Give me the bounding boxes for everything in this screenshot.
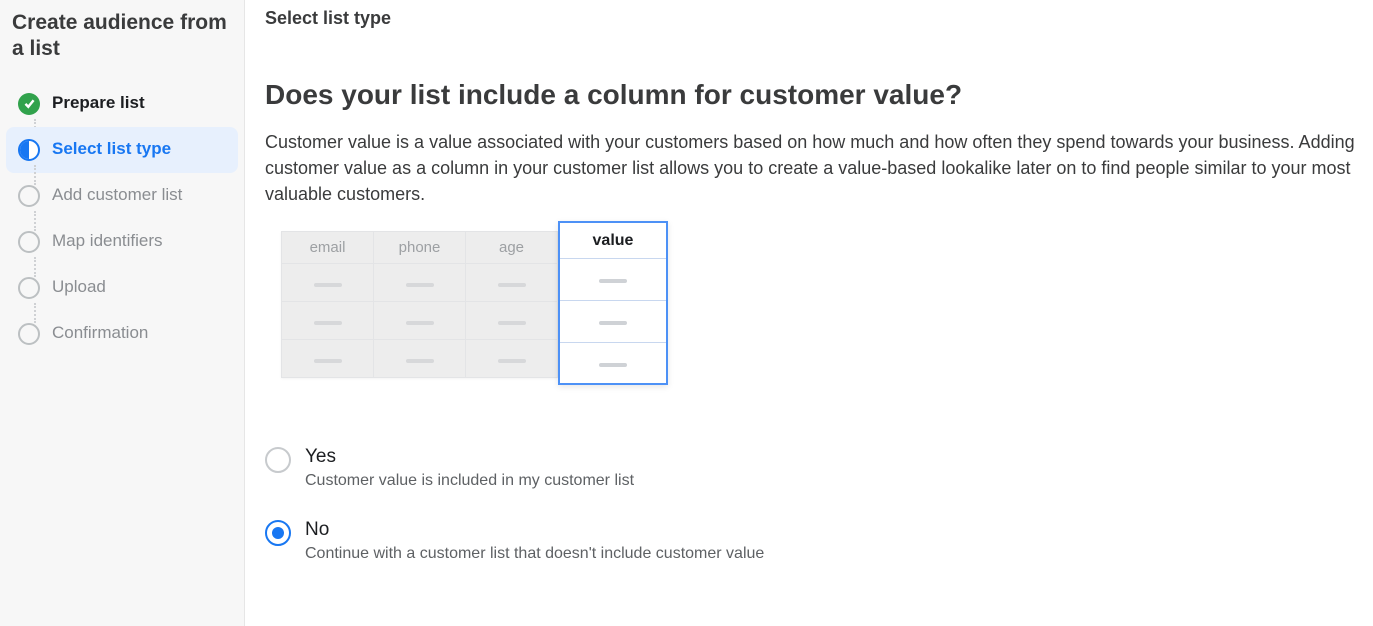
wizard-step-upload[interactable]: Upload [6, 265, 238, 311]
wizard-step-add-customer-list[interactable]: Add customer list [6, 173, 238, 219]
radio-option-sublabel: Continue with a customer list that doesn… [305, 545, 764, 563]
question-description: Customer value is a value associated wit… [265, 129, 1357, 207]
wizard-sidebar: Create audience from a list Prepare list… [0, 0, 245, 626]
wizard-step-label: Add customer list [52, 185, 182, 205]
illustration-header-value: value [559, 222, 667, 258]
wizard-steps: Prepare list Select list type Add customer… [0, 77, 244, 361]
radio-option-yes[interactable]: Yes Customer value is included in my cust… [265, 435, 1357, 508]
sidebar-title: Create audience from a list [0, 6, 244, 77]
radio-option-sublabel: Customer value is included in my custome… [305, 472, 634, 490]
illustration-base-table: email phone age [281, 231, 558, 378]
illustration-header-age: age [466, 232, 558, 264]
radio-button[interactable] [265, 447, 291, 473]
wizard-step-map-identifiers[interactable]: Map identifiers [6, 219, 238, 265]
wizard-step-label: Select list type [52, 139, 171, 159]
radio-option-label: Yes [305, 445, 634, 470]
empty-circle-icon [18, 323, 40, 345]
question-heading: Does your list include a column for cust… [265, 79, 1357, 111]
wizard-step-label: Prepare list [52, 93, 145, 113]
illustration-value-table: value [558, 221, 668, 385]
radio-group-customer-value: Yes Customer value is included in my cust… [265, 435, 1357, 580]
empty-circle-icon [18, 277, 40, 299]
wizard-step-label: Upload [52, 277, 106, 297]
wizard-step-select-list-type[interactable]: Select list type [6, 127, 238, 173]
wizard-step-prepare-list[interactable]: Prepare list [6, 81, 238, 127]
step-heading: Select list type [265, 8, 1357, 29]
radio-option-no[interactable]: No Continue with a customer list that doe… [265, 508, 1357, 581]
half-circle-icon [18, 139, 40, 161]
illustration-header-email: email [282, 232, 374, 264]
wizard-step-label: Confirmation [52, 323, 148, 343]
main-panel: Select list type Does your list include … [245, 0, 1373, 626]
wizard-step-confirmation[interactable]: Confirmation [6, 311, 238, 357]
empty-circle-icon [18, 185, 40, 207]
value-column-illustration: email phone age value [281, 231, 1357, 385]
check-circle-icon [18, 93, 40, 115]
radio-option-label: No [305, 518, 764, 543]
illustration-header-phone: phone [374, 232, 466, 264]
radio-button[interactable] [265, 520, 291, 546]
empty-circle-icon [18, 231, 40, 253]
wizard-step-label: Map identifiers [52, 231, 163, 251]
